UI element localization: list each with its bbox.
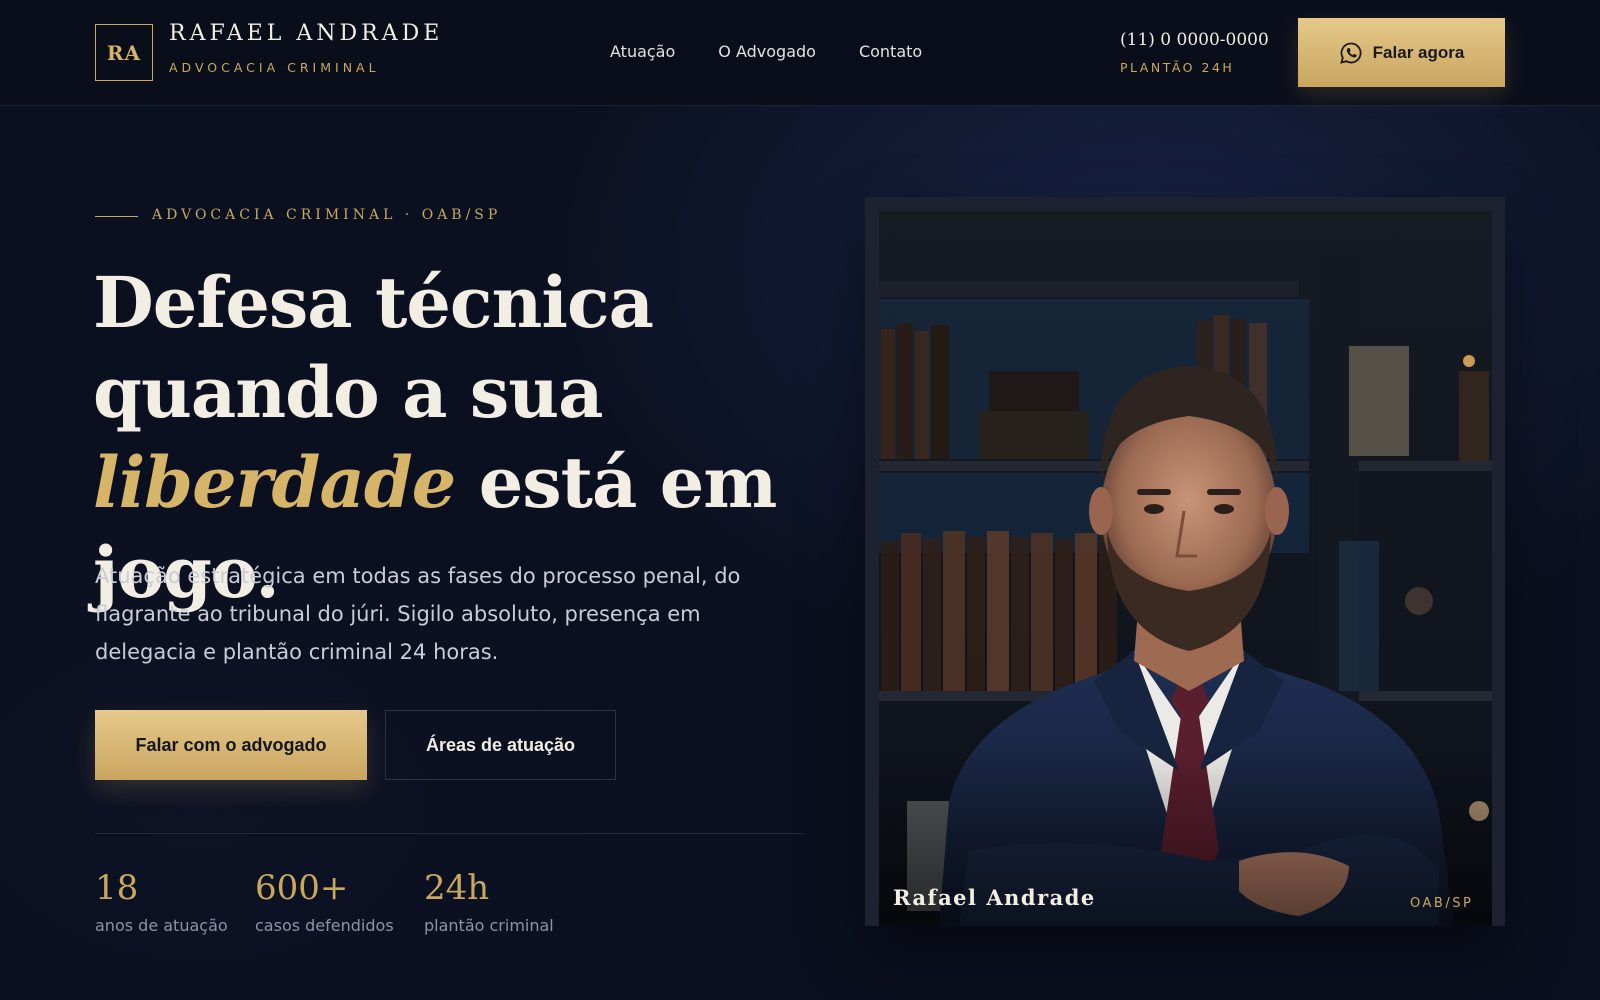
phone-number[interactable]: (11) 0 0000-0000 (1120, 30, 1269, 50)
areas-de-atuacao-button[interactable]: Áreas de atuação (385, 710, 616, 780)
headline-part-1: Defesa técnica quando a sua (93, 261, 654, 434)
hero-lead: Atuação estratégica em todas as fases do… (95, 564, 741, 664)
stat-value: 600+ (255, 868, 349, 908)
stat-cases: 600+ casos defendidos (255, 868, 394, 935)
stats-divider (95, 833, 803, 834)
hero-eyebrow: ADVOCACIA CRIMINAL · OAB/SP (152, 207, 502, 223)
headline-emphasis: liberdade (93, 441, 456, 524)
portrait-caption-name: Rafael Andrade (893, 885, 1096, 910)
portrait-caption-badge: OAB/SP (1410, 896, 1474, 911)
stat-value: 24h (424, 868, 490, 908)
eyebrow-divider (95, 216, 138, 217)
lawyer-portrait-image (879, 211, 1492, 926)
nav-item-o-advogado[interactable]: O Advogado (718, 42, 816, 61)
nav-item-atuacao[interactable]: Atuação (610, 42, 675, 61)
whatsapp-icon (1339, 41, 1363, 65)
stat-duty: 24h plantão criminal (424, 868, 554, 935)
portrait-frame (865, 197, 1505, 926)
brand-subtitle: ADVOCACIA CRIMINAL (169, 60, 380, 75)
stat-label: anos de atuação (95, 916, 228, 935)
falar-agora-label: Falar agora (1372, 42, 1465, 62)
falar-com-advogado-button[interactable]: Falar com o advogado (95, 710, 367, 780)
stat-label: casos defendidos (255, 916, 394, 935)
brand-name[interactable]: RAFAEL ANDRADE (169, 21, 443, 46)
stat-value: 18 (95, 868, 139, 908)
logo-mark[interactable]: RA (95, 24, 153, 81)
phone-availability: PLANTÃO 24H (1120, 60, 1235, 75)
nav-item-contato[interactable]: Contato (859, 42, 922, 61)
site-header: RA RAFAEL ANDRADE ADVOCACIA CRIMINAL Atu… (0, 0, 1600, 106)
main-nav: Atuação O Advogado Contato (610, 42, 922, 61)
falar-agora-button[interactable]: Falar agora (1298, 18, 1505, 87)
stat-label: plantão criminal (424, 916, 554, 935)
stat-years: 18 anos de atuação (95, 868, 228, 935)
